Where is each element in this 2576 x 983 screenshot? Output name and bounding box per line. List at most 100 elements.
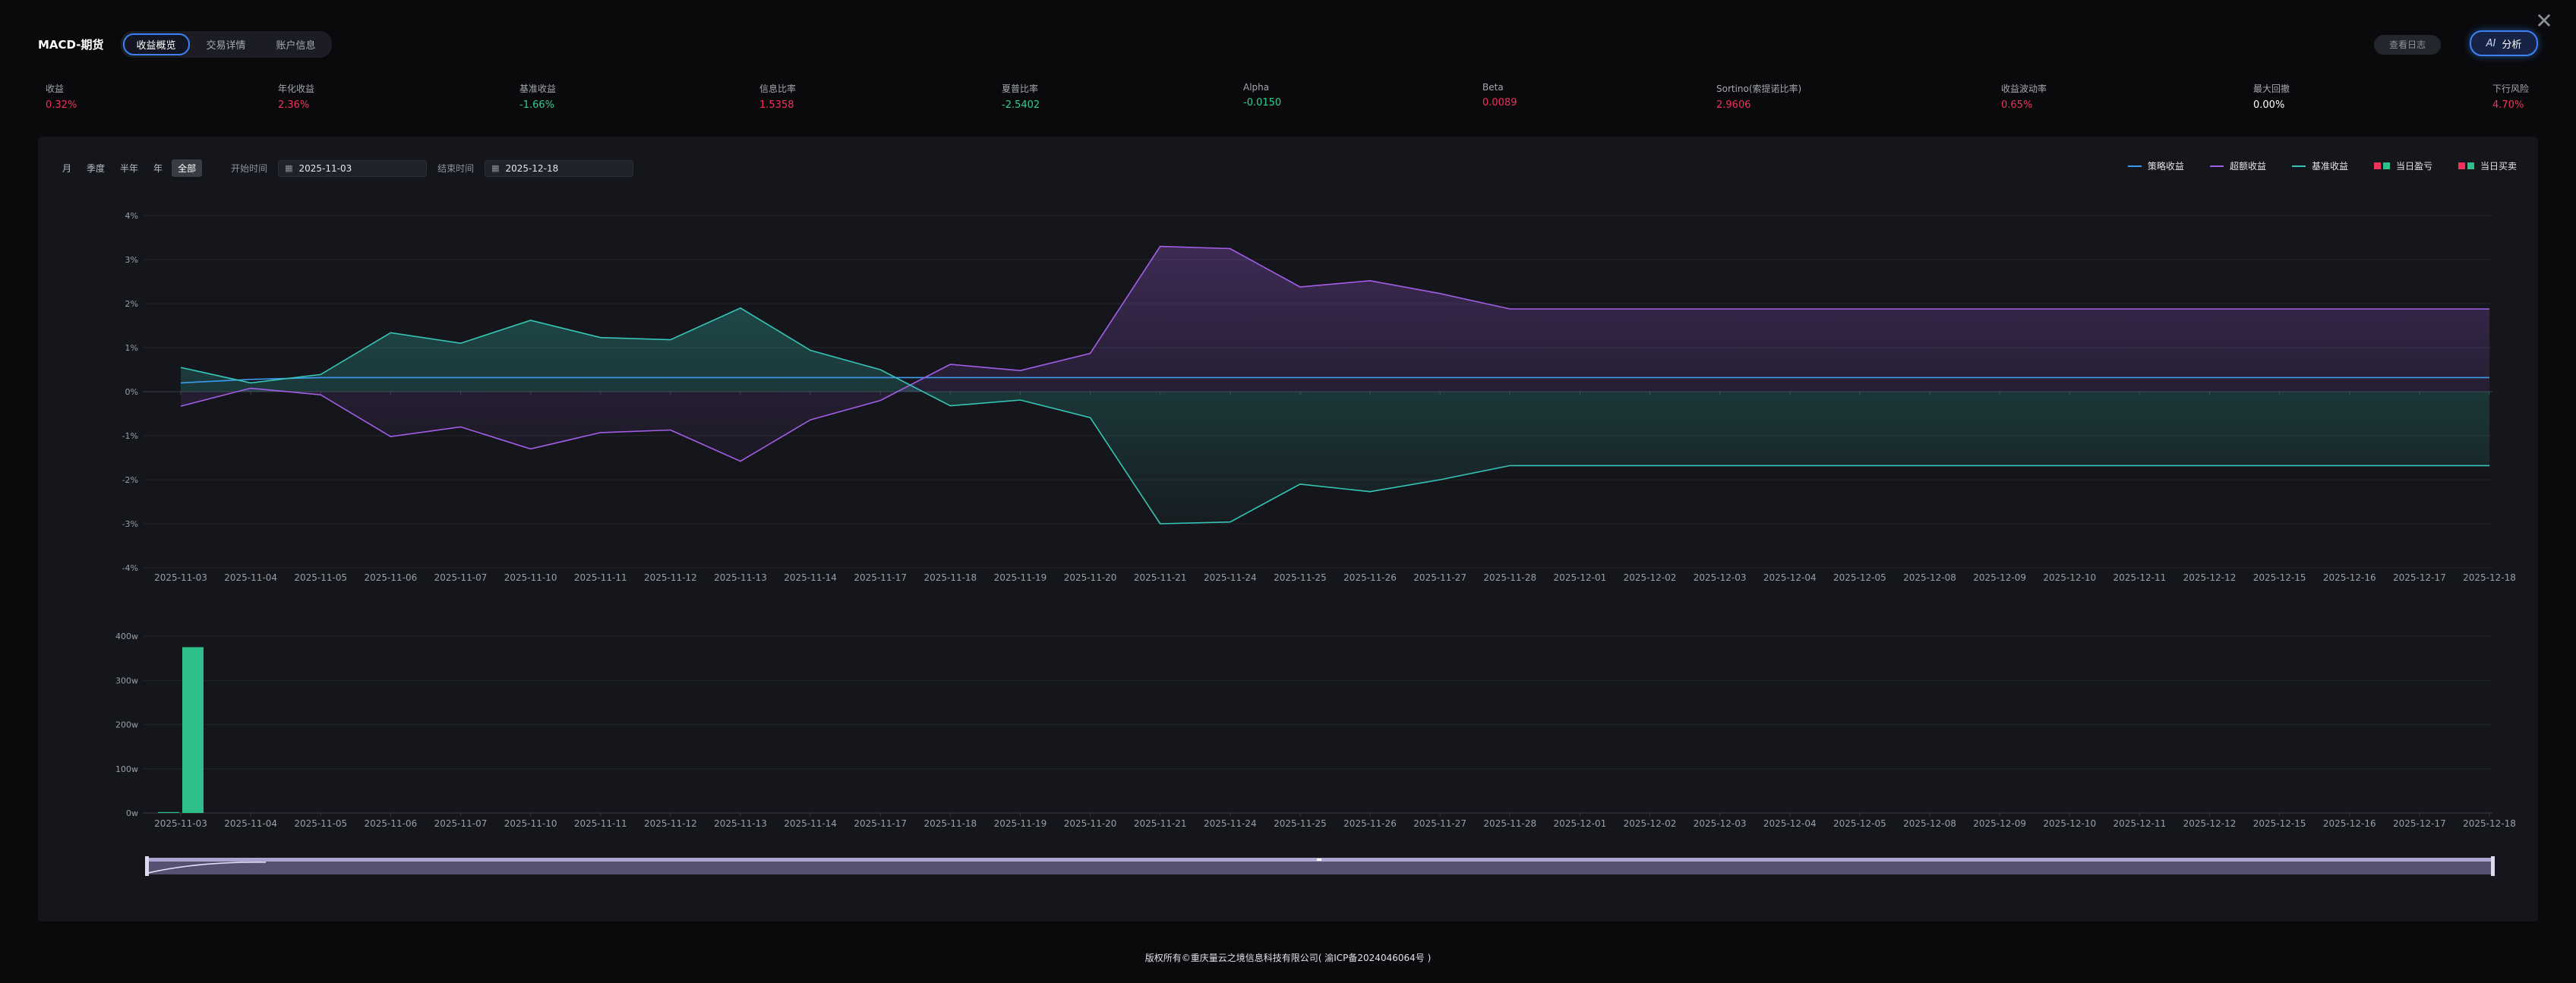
y-tick-label: 100w [115,764,138,774]
zoom-handle-right [2491,856,2495,876]
x-tick-label: 2025-11-19 [994,572,1047,583]
metric-alpha: Alpha -0.0150 [1243,82,1281,109]
x-tick-label: 2025-11-07 [434,572,488,583]
x-tick-label: 2025-11-28 [1483,818,1536,829]
x-tick-label: 2025-11-11 [574,818,627,829]
x-tick-label: 2025-11-17 [854,818,907,829]
x-tick-label: 2025-12-12 [2183,818,2237,829]
zoom-slider-grip [1317,859,1321,861]
zoom-handle-left [145,856,149,876]
x-tick-label: 2025-12-17 [2393,572,2446,583]
metric-label: Alpha [1243,82,1270,93]
metric-downside-risk: 下行风险 4.70% [2492,82,2529,111]
y-tick-label: 2% [125,299,138,309]
charts-svg: 4% 3% 2% 1% 0% -1% -2% -3% -4% 2025-11-03 2025-11-… [115,211,2516,876]
x-tick-label: 2025-11-24 [1204,818,1257,829]
x-tick-label: 2025-12-10 [2043,818,2096,829]
metric-volatility: 收益波动率 0.65% [2001,82,2047,111]
x-tick-label: 2025-12-16 [2323,818,2376,829]
metric-label: 年化收益 [278,83,315,94]
x-tick-label: 2025-12-09 [1973,572,2026,583]
x-tick-label: 2025-11-07 [434,818,488,829]
y-tick-label: 3% [125,255,138,265]
x-tick-label: 2025-11-14 [784,818,837,829]
metric-sortino: Sortino(索提诺比率) 2.9606 [1716,82,1801,111]
x-tick-label: 2025-12-08 [1903,572,1956,583]
returns-line-chart: 4% 3% 2% 1% 0% -1% -2% -3% -4% 2025-11-03 2025-11-… [122,211,2516,583]
metric-label: Sortino(索提诺比率) [1716,83,1802,94]
ai-analysis-button[interactable]: AI 分析 [2470,30,2538,56]
x-tick-label: 2025-12-04 [1763,818,1817,829]
x-tick-label: 2025-11-05 [294,818,347,829]
metric-information-ratio: 信息比率 1.5358 [759,82,796,111]
y-tick-label: -3% [122,519,138,529]
x-tick-label: 2025-12-03 [1694,818,1747,829]
x-tick-label: 2025-11-05 [294,572,347,583]
metric-value: -1.66% [519,99,554,111]
x-tick-label: 2025-11-12 [644,572,697,583]
bar [182,647,204,813]
x-tick-label: 2025-11-13 [714,818,767,829]
tab-account-info[interactable]: 账户信息 [263,33,330,55]
x-tick-label: 2025-12-08 [1903,818,1956,829]
ai-button-label: 分析 [2502,39,2522,51]
tab-trade-details[interactable]: 交易详情 [193,33,260,55]
metric-value: -2.5402 [1002,99,1040,111]
x-tick-label: 2025-12-05 [1833,818,1886,829]
x-tick-label: 2025-11-24 [1204,572,1257,583]
x-tick-label: 2025-11-19 [994,818,1047,829]
y-tick-label: 4% [125,211,138,221]
x-tick-label: 2025-12-18 [2463,572,2516,583]
x-tick-label: 2025-12-15 [2253,818,2306,829]
close-icon[interactable]: ✕ [2533,11,2555,32]
x-tick-label: 2025-11-26 [1343,818,1397,829]
x-tick-label: 2025-11-20 [1064,818,1117,829]
strategy-title: MACD-期货 [38,37,104,52]
x-tick-label: 2025-11-06 [364,572,417,583]
top-bar: MACD-期货 收益概览 交易详情 账户信息 [38,30,332,58]
x-tick-label: 2025-11-17 [854,572,907,583]
x-tick-label: 2025-12-12 [2183,572,2237,583]
metric-label: 收益波动率 [2001,83,2047,94]
view-log-button[interactable]: 查看日志 [2373,35,2441,55]
x-tick-label: 2025-12-05 [1833,572,1886,583]
x-tick-label: 2025-11-03 [154,818,207,829]
metric-value: 0.65% [2001,99,2033,111]
x-tick-label: 2025-11-18 [923,572,977,583]
x-tick-label: 2025-12-10 [2043,572,2096,583]
y-tick-label: 0w [126,808,138,818]
metric-max-drawdown: 最大回撤 0.00% [2253,82,2290,111]
zoom-slider[interactable] [145,856,2495,876]
metric-beta: Beta 0.0089 [1482,82,1517,109]
bar [158,811,179,813]
x-tick-label: 2025-11-10 [504,572,557,583]
x-tick-label: 2025-11-14 [784,572,837,583]
metric-value: 0.00% [2253,99,2285,111]
y-tick-label: 400w [115,632,138,641]
metric-label: 基准收益 [519,83,557,94]
x-tick-label: 2025-12-02 [1624,818,1677,829]
trade-bar-chart: 400w 300w 200w 100w 0w 2025-11-03 2025-11-04 20… [115,632,2516,829]
x-tick-label: 2025-11-21 [1134,572,1187,583]
metric-value: 4.70% [2492,99,2524,111]
metric-label: 下行风险 [2492,83,2530,94]
y-tick-label: -1% [122,431,138,441]
metric-label: 最大回撤 [2253,83,2290,94]
x-tick-label: 2025-11-06 [364,818,417,829]
metric-value: 2.9606 [1716,99,1751,111]
metric-annual-return: 年化收益 2.36% [278,82,314,111]
y-tick-label: -4% [122,563,138,573]
metric-label: Beta [1482,82,1504,93]
x-tick-label: 2025-11-12 [644,818,697,829]
metric-value: 2.36% [278,99,310,111]
metric-sharpe-ratio: 夏普比率 -2.5402 [1002,82,1040,111]
metric-label: 信息比率 [759,83,797,94]
footer-copyright: 版权所有©重庆量云之境信息科技有限公司( 渝ICP备2024046064号 ) [1144,953,1432,963]
x-tick-label: 2025-12-15 [2253,572,2306,583]
x-tick-label: 2025-12-04 [1763,572,1817,583]
tab-overview[interactable]: 收益概览 [122,33,190,55]
x-tick-label: 2025-11-11 [574,572,627,583]
x-tick-label: 2025-11-26 [1343,572,1397,583]
metric-value: 0.0089 [1482,97,1517,109]
x-tick-label: 2025-12-01 [1554,818,1607,829]
